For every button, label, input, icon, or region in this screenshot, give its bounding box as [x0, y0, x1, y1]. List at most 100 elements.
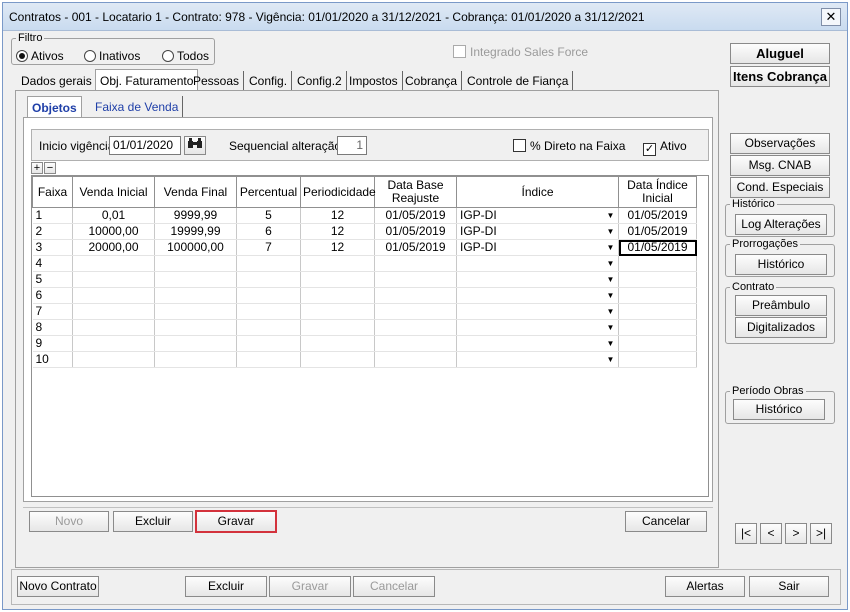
table-cell[interactable]: IGP-DI ▼	[456, 223, 619, 240]
chevron-down-icon[interactable]: ▼	[604, 209, 617, 222]
table-cell[interactable]: IGP-DI ▼	[456, 207, 619, 224]
table-cell[interactable]	[374, 287, 457, 304]
table-cell[interactable]	[236, 335, 301, 352]
table-row[interactable]: 8 ▼	[32, 319, 697, 336]
filter-radio-inativos[interactable]: Inativos	[84, 49, 140, 63]
table-cell[interactable]	[154, 255, 237, 272]
table-cell[interactable]	[236, 255, 301, 272]
tab-pessoas[interactable]: Pessoas	[189, 71, 245, 91]
table-row[interactable]: 10 ▼	[32, 351, 697, 368]
observacoes-button[interactable]: Observações	[730, 133, 830, 154]
grid-column-header[interactable]: Percentual	[236, 176, 301, 208]
table-cell[interactable]: 01/05/2019	[618, 223, 697, 240]
aluguel-button[interactable]: Aluguel	[730, 43, 830, 64]
chevron-down-icon[interactable]: ▼	[604, 321, 617, 334]
table-cell[interactable]: 12	[300, 239, 375, 256]
tab-config2[interactable]: Config.2	[293, 71, 347, 91]
table-cell[interactable]	[72, 255, 155, 272]
table-cell[interactable]: 12	[300, 223, 375, 240]
grid-column-header[interactable]: Venda Inicial	[72, 176, 155, 208]
tab-obj-faturamento[interactable]: Obj. Faturamento	[95, 69, 199, 91]
expand-icon[interactable]: +	[31, 162, 43, 174]
table-cell[interactable]: 9999,99	[154, 207, 237, 224]
digitalizados-button[interactable]: Digitalizados	[735, 317, 827, 338]
table-row[interactable]: 1 0,01 9999,99 5 12 01/05/2019 IGP-DI ▼ 01/05/20…	[32, 207, 697, 224]
tab-impostos[interactable]: Impostos	[345, 71, 403, 91]
sales-force-checkbox[interactable]: Integrado Sales Force	[453, 45, 588, 59]
inicio-vigencia-input[interactable]: 01/01/2020	[109, 136, 181, 155]
table-cell[interactable]: 5	[236, 207, 301, 224]
ativo-checkbox[interactable]: ✓ Ativo	[643, 139, 687, 156]
table-cell[interactable]: 10	[32, 351, 73, 368]
table-cell[interactable]: 3	[32, 239, 73, 256]
table-cell[interactable]: 2	[32, 223, 73, 240]
footer-cancelar-button[interactable]: Cancelar	[353, 576, 435, 597]
table-cell[interactable]: ▼	[456, 255, 619, 272]
table-cell[interactable]	[300, 255, 375, 272]
chevron-down-icon[interactable]: ▼	[604, 225, 617, 238]
footer-excluir-button[interactable]: Excluir	[185, 576, 267, 597]
table-cell[interactable]: 6	[32, 287, 73, 304]
grid-column-header[interactable]: Venda Final	[154, 176, 237, 208]
chevron-down-icon[interactable]: ▼	[604, 289, 617, 302]
novo-button[interactable]: Novo	[29, 511, 109, 532]
grid-column-header[interactable]: Periodicidade	[300, 176, 376, 208]
table-cell[interactable]	[300, 271, 375, 288]
binoculars-icon[interactable]	[184, 136, 206, 155]
cancelar-button[interactable]: Cancelar	[625, 511, 707, 532]
table-cell[interactable]	[618, 351, 697, 368]
tab-config[interactable]: Config.	[245, 71, 293, 91]
table-cell[interactable]	[236, 287, 301, 304]
next-record-button[interactable]: >	[785, 523, 807, 544]
last-record-button[interactable]: >|	[810, 523, 832, 544]
table-cell[interactable]	[154, 303, 237, 320]
table-row[interactable]: 7 ▼	[32, 303, 697, 320]
tab-dados-gerais[interactable]: Dados gerais	[17, 71, 96, 91]
table-cell[interactable]	[72, 335, 155, 352]
table-cell[interactable]	[154, 335, 237, 352]
grid-column-header[interactable]: Faixa	[32, 176, 73, 208]
periodo-obras-historico-button[interactable]: Histórico	[733, 399, 825, 420]
table-cell[interactable]	[236, 303, 301, 320]
table-cell[interactable]: 10000,00	[72, 223, 155, 240]
table-row[interactable]: 9 ▼	[32, 335, 697, 352]
table-cell[interactable]	[618, 287, 697, 304]
table-cell[interactable]: 6	[236, 223, 301, 240]
table-cell[interactable]: 5	[32, 271, 73, 288]
prorrogacoes-historico-button[interactable]: Histórico	[735, 254, 827, 275]
table-cell[interactable]: 01/05/2019	[618, 207, 697, 224]
table-cell[interactable]: 7	[32, 303, 73, 320]
table-row[interactable]: 4 ▼	[32, 255, 697, 272]
table-cell[interactable]: IGP-DI ▼	[456, 239, 619, 256]
table-cell[interactable]	[300, 287, 375, 304]
grid-column-header[interactable]: Data Base Reajuste	[374, 176, 457, 208]
table-cell[interactable]	[300, 303, 375, 320]
itens-cobranca-button[interactable]: Itens Cobrança	[730, 66, 830, 87]
chevron-down-icon[interactable]: ▼	[604, 241, 617, 254]
table-cell[interactable]	[236, 319, 301, 336]
table-cell[interactable]	[72, 287, 155, 304]
prev-record-button[interactable]: <	[760, 523, 782, 544]
table-cell[interactable]	[618, 335, 697, 352]
table-cell[interactable]: ▼	[456, 351, 619, 368]
filter-radio-ativos[interactable]: Ativos	[16, 49, 64, 63]
table-cell[interactable]: 12	[300, 207, 375, 224]
table-cell[interactable]	[154, 319, 237, 336]
table-cell[interactable]: 01/05/2019	[374, 223, 457, 240]
table-cell[interactable]: 100000,00	[154, 239, 237, 256]
table-cell[interactable]	[374, 351, 457, 368]
gravar-button[interactable]: Gravar	[195, 510, 277, 533]
table-cell[interactable]: ▼	[456, 271, 619, 288]
table-cell[interactable]: 19999,99	[154, 223, 237, 240]
table-row[interactable]: 2 10000,00 19999,99 6 12 01/05/2019 IGP-DI ▼ 01/…	[32, 223, 697, 240]
table-cell[interactable]: 0,01	[72, 207, 155, 224]
table-cell[interactable]	[72, 271, 155, 288]
chevron-down-icon[interactable]: ▼	[604, 337, 617, 350]
sair-button[interactable]: Sair	[749, 576, 829, 597]
table-cell[interactable]	[72, 319, 155, 336]
collapse-icon[interactable]: −	[44, 162, 56, 174]
table-cell[interactable]	[618, 319, 697, 336]
table-cell[interactable]	[618, 303, 697, 320]
table-cell[interactable]	[374, 271, 457, 288]
table-cell[interactable]: ▼	[456, 287, 619, 304]
